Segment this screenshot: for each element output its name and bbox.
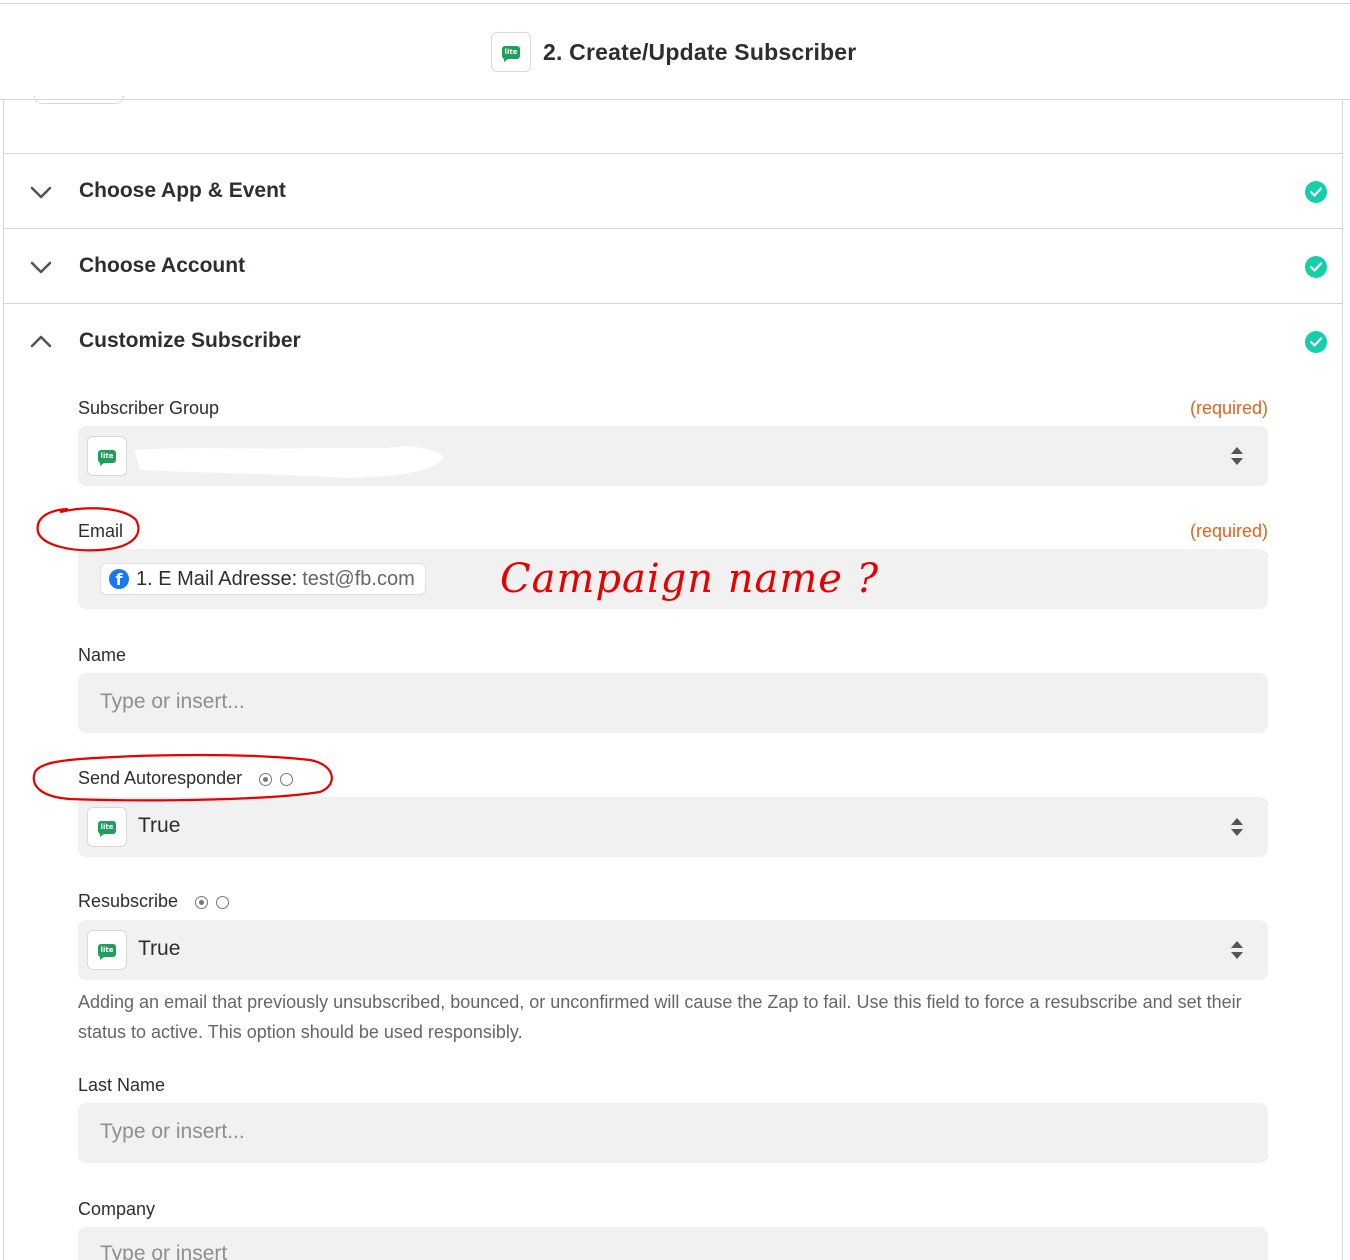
lite-app-icon: lite — [98, 449, 116, 466]
app-icon-badge: lite — [87, 807, 127, 847]
sort-arrows-icon — [1231, 941, 1243, 959]
chevron-down-icon — [30, 186, 52, 199]
company-input[interactable]: Type or insert — [78, 1227, 1268, 1260]
resubscribe-text: Resubscribe — [78, 891, 179, 911]
send-autoresponder-label: Send Autoresponder — [78, 768, 301, 789]
resubscribe-help-text: Adding an email that previously unsubscr… — [78, 992, 1242, 1042]
last-name-input[interactable]: Type or insert... — [78, 1103, 1268, 1163]
section-choose-app-event[interactable]: Choose App & Event — [4, 153, 1342, 228]
app-icon-badge: lite — [87, 436, 127, 476]
mapped-field-pill[interactable]: f 1. E Mail Adresse: test@fb.com — [100, 563, 426, 595]
name-placeholder: Type or insert... — [100, 690, 245, 713]
input-mode-toggle[interactable] — [195, 895, 237, 909]
lite-app-icon: lite — [502, 45, 520, 62]
lite-app-icon: lite — [98, 943, 116, 960]
step-header: lite 2. Create/Update Subscriber — [0, 4, 1350, 100]
facebook-icon: f — [109, 569, 129, 589]
app-icon-badge: lite — [87, 930, 127, 970]
chevron-down-icon — [30, 261, 52, 274]
section-title: Choose App & Event — [79, 179, 286, 202]
company-label: Company — [78, 1199, 156, 1219]
redacted-value — [134, 446, 444, 478]
lite-app-icon: lite — [98, 820, 116, 837]
radio-icon[interactable] — [195, 895, 209, 909]
company-placeholder: Type or insert — [100, 1242, 228, 1260]
send-autoresponder-select[interactable]: lite True — [78, 797, 1268, 857]
sort-arrows-icon — [1231, 447, 1243, 465]
required-indicator: (required) — [1189, 521, 1268, 541]
sort-arrows-icon — [1231, 818, 1243, 836]
chevron-up-icon — [30, 335, 52, 348]
app-icon-badge: lite — [491, 32, 531, 72]
section-title: Choose Account — [79, 254, 246, 277]
radio-icon[interactable] — [259, 772, 273, 786]
step-header-content: lite 2. Create/Update Subscriber — [491, 32, 856, 72]
send-autoresponder-text: Send Autoresponder — [78, 768, 243, 788]
pill-label: 1. E Mail Adresse: — [136, 567, 298, 590]
section-title: Customize Subscriber — [79, 329, 301, 352]
subscriber-group-label: Subscriber Group — [78, 398, 220, 418]
send-autoresponder-value: True — [138, 814, 181, 837]
email-label: Email — [78, 521, 124, 541]
campaign-name-annotation: Campaign name ? — [500, 556, 880, 602]
name-label: Name — [78, 645, 127, 665]
radio-icon[interactable] — [280, 772, 294, 786]
resubscribe-label: Resubscribe — [78, 891, 237, 912]
input-mode-toggle[interactable] — [259, 772, 301, 786]
radio-icon[interactable] — [216, 895, 230, 909]
pill-value: test@fb.com — [302, 567, 415, 590]
resubscribe-value: True — [138, 937, 181, 960]
name-input[interactable]: Type or insert... — [78, 673, 1268, 733]
section-customize-subscriber[interactable]: Customize Subscriber — [4, 303, 1342, 378]
last-name-label: Last Name — [78, 1075, 166, 1095]
section-choose-account[interactable]: Choose Account — [4, 228, 1342, 303]
last-name-placeholder: Type or insert... — [100, 1120, 245, 1143]
partial-button[interactable] — [34, 96, 124, 104]
resubscribe-select[interactable]: lite True — [78, 920, 1268, 980]
required-indicator: (required) — [1189, 398, 1268, 418]
check-circle-icon — [1305, 256, 1327, 278]
step-title: 2. Create/Update Subscriber — [543, 38, 857, 65]
check-circle-icon — [1305, 331, 1327, 353]
check-circle-icon — [1305, 181, 1327, 203]
